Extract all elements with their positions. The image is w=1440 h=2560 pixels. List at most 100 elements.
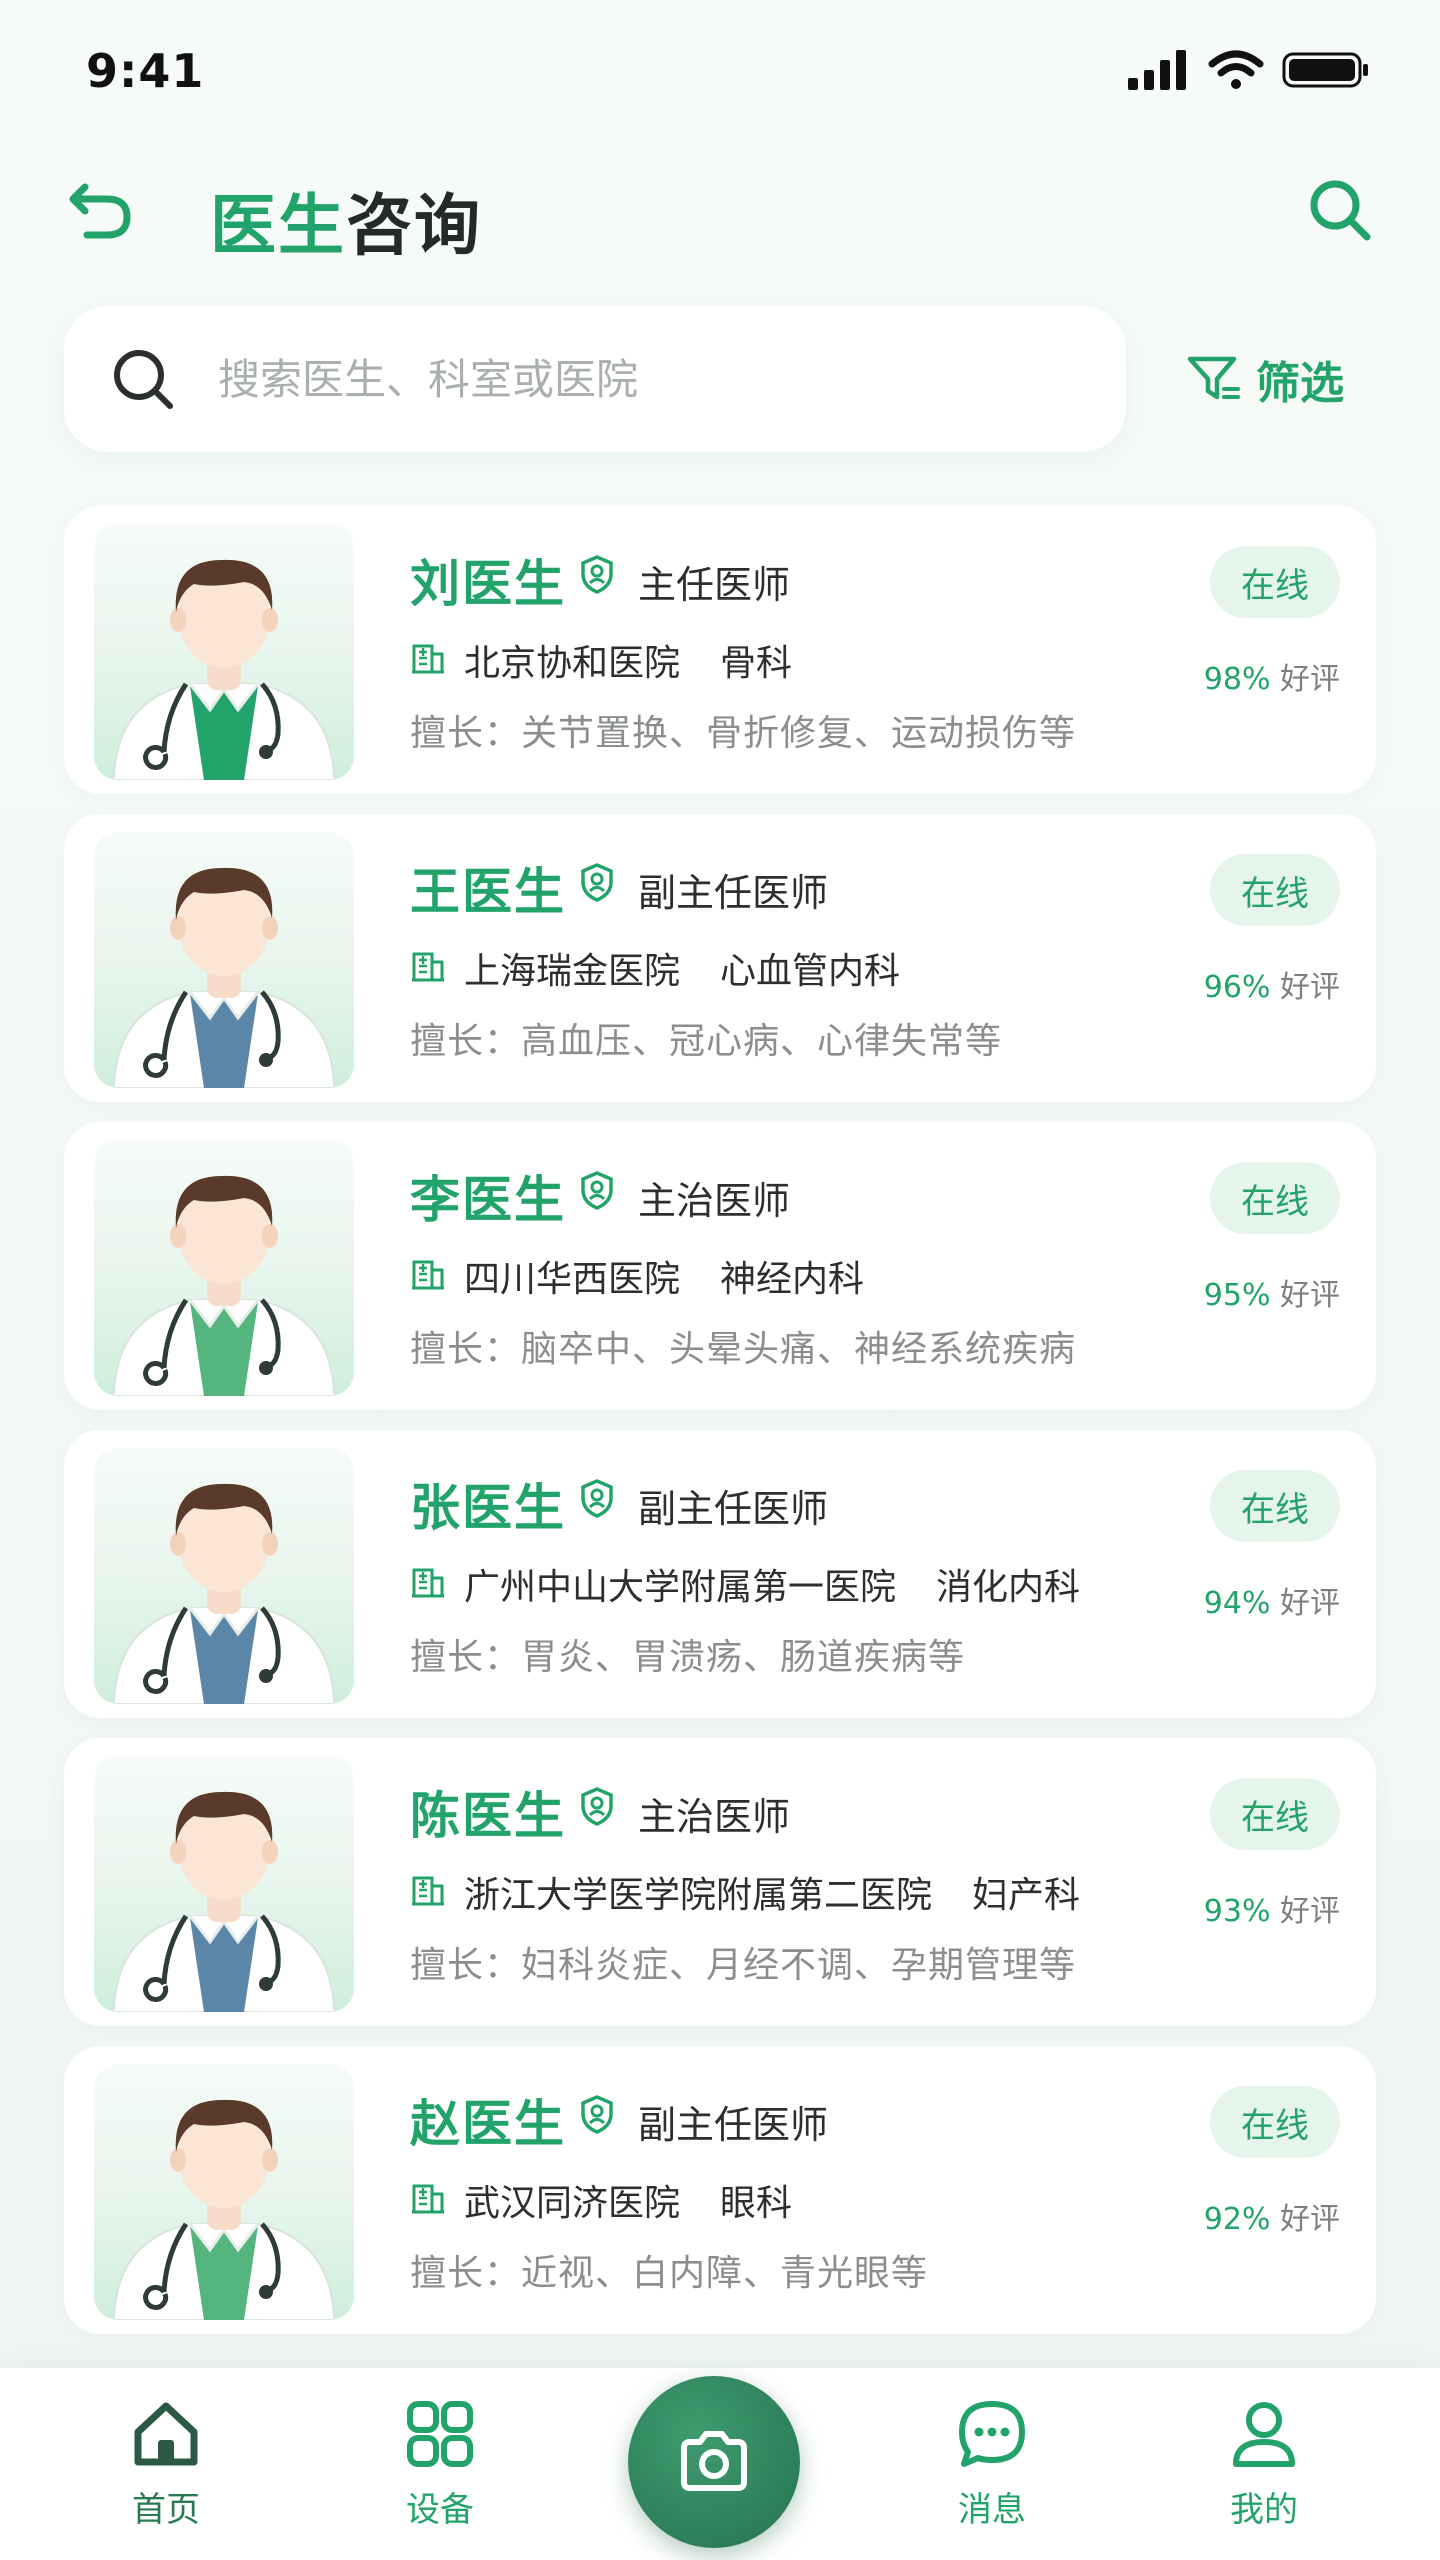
doctor-badge-icon [581, 1479, 613, 1518]
nav-item-profile[interactable]: 我的 [1174, 2398, 1354, 2538]
online-status-badge: 在线 [1210, 1470, 1340, 1542]
rating-percent: 95% [1203, 1278, 1271, 1313]
doctor-specialty: 擅长：妇科炎症、月经不调、孕期管理等 [410, 1945, 1077, 1986]
doctor-badge-icon [581, 1171, 613, 1210]
doctor-hospital: 武汉同济医院 [464, 2183, 681, 2224]
doctor-department: 心血管内科 [720, 951, 901, 992]
doctor-title: 主任医师 [638, 563, 791, 607]
status-bar: 9:41 [0, 0, 1440, 140]
signal-icon [1128, 50, 1186, 90]
doctor-badge-icon [581, 863, 613, 902]
doctor-card[interactable]: 李医生 主治医师 四川华西医院 神经内科 擅长：脑卒中、头晕头痛、神经系统疾病 在… [64, 1122, 1376, 1410]
back-button[interactable] [60, 170, 140, 250]
rating-label: 好评 [1280, 970, 1340, 1005]
hospital-icon [412, 644, 444, 674]
doctor-avatar [94, 1140, 354, 1396]
wifi-icon [1208, 50, 1264, 89]
nav-label-messages: 消息 [958, 2490, 1026, 2530]
rating-percent: 98% [1203, 662, 1271, 697]
page-title-accent: 医生 [210, 187, 346, 264]
home-icon [134, 2402, 198, 2466]
doctor-hospital: 四川华西医院 [464, 1259, 681, 1300]
filter-button[interactable]: 筛选 [1186, 344, 1344, 414]
doctor-hospital-line: 广州中山大学附属第一医院 消化内科 [464, 1558, 1080, 1610]
online-status-badge: 在线 [1210, 854, 1340, 926]
hospital-icon [412, 1260, 444, 1290]
search-bar[interactable] [64, 306, 1126, 452]
doctor-department: 眼科 [720, 2183, 793, 2224]
doctor-rating: 94% 好评 [1204, 1578, 1340, 1622]
nav-label-devices: 设备 [406, 2490, 474, 2530]
nav-label-home: 首页 [132, 2490, 200, 2530]
doctor-badge-icon [581, 1787, 613, 1826]
doctor-card[interactable]: 王医生 副主任医师 上海瑞金医院 心血管内科 擅长：高血压、冠心病、心律失常等 在… [64, 814, 1376, 1102]
doctor-hospital: 北京协和医院 [464, 643, 681, 684]
camera-button[interactable] [628, 2376, 800, 2548]
nav-item-messages[interactable]: 消息 [902, 2398, 1082, 2538]
online-status-badge: 在线 [1210, 546, 1340, 618]
online-status-badge: 在线 [1210, 1162, 1340, 1234]
doctor-name: 刘医生 [410, 555, 566, 613]
doctor-specialty: 擅长：高血压、冠心病、心律失常等 [410, 1021, 1003, 1062]
nav-label-profile: 我的 [1230, 2490, 1298, 2530]
doctor-list: 刘医生 主任医师 北京协和医院 骨科 擅长：关节置换、骨折修复、运动损伤等 在线 … [64, 506, 1376, 2354]
search-icon [1310, 180, 1371, 241]
doctor-specialty: 擅长：近视、白内障、青光眼等 [410, 2253, 929, 2294]
user-icon [1233, 2402, 1295, 2467]
doctor-hospital: 广州中山大学附属第一医院 [464, 1567, 897, 1608]
battery-icon [1282, 52, 1368, 88]
header: 医生咨询 [0, 150, 1440, 270]
doctor-name: 李医生 [410, 1171, 566, 1229]
online-status-badge: 在线 [1210, 2086, 1340, 2158]
doctor-card[interactable]: 陈医生 主治医师 浙江大学医学院附属第二医院 妇产科 擅长：妇科炎症、月经不调、孕… [64, 1738, 1376, 2026]
doctor-avatar [94, 524, 354, 780]
doctor-name: 张医生 [410, 1479, 566, 1537]
doctor-title: 主治医师 [638, 1795, 791, 1839]
doctor-title: 主治医师 [638, 1179, 791, 1223]
rating-label: 好评 [1280, 662, 1340, 697]
header-search-button[interactable] [1300, 170, 1380, 250]
doctor-avatar [94, 1756, 354, 2012]
online-status-badge: 在线 [1210, 1778, 1340, 1850]
hospital-icon [412, 2184, 444, 2214]
doctor-card[interactable]: 张医生 副主任医师 广州中山大学附属第一医院 消化内科 擅长：胃炎、胃溃疡、肠道疾… [64, 1430, 1376, 1718]
doctor-card[interactable]: 赵医生 副主任医师 武汉同济医院 眼科 擅长：近视、白内障、青光眼等 在线 92%… [64, 2046, 1376, 2334]
rating-label: 好评 [1280, 1586, 1340, 1621]
doctor-hospital-line: 北京协和医院 骨科 [464, 634, 792, 686]
doctor-rating: 92% 好评 [1204, 2194, 1340, 2238]
doctor-rating: 98% 好评 [1204, 654, 1340, 698]
doctor-department: 神经内科 [720, 1259, 865, 1300]
hospital-icon [412, 1568, 444, 1598]
filter-label: 筛选 [1256, 358, 1344, 409]
nav-item-devices[interactable]: 设备 [350, 2398, 530, 2538]
rating-percent: 96% [1203, 970, 1271, 1005]
doctor-title: 副主任医师 [638, 1487, 829, 1531]
doctor-rating: 96% 好评 [1204, 962, 1340, 1006]
doctor-title: 副主任医师 [638, 871, 829, 915]
chat-icon [959, 2401, 1025, 2467]
doctor-hospital: 上海瑞金医院 [464, 951, 681, 992]
hospital-icon [412, 1876, 444, 1906]
rating-label: 好评 [1280, 2202, 1340, 2237]
doctor-hospital: 浙江大学医学院附属第二医院 [464, 1875, 933, 1916]
rating-percent: 93% [1203, 1894, 1271, 1929]
doctor-hospital-line: 四川华西医院 神经内科 [464, 1250, 864, 1302]
doctor-department: 骨科 [720, 643, 793, 684]
rating-percent: 92% [1203, 2202, 1271, 2237]
doctor-department: 妇产科 [972, 1875, 1081, 1916]
doctor-avatar [94, 2064, 354, 2320]
doctor-badge-icon [581, 2095, 613, 2134]
back-arrow-icon [69, 183, 131, 239]
filter-icon [1187, 356, 1240, 400]
doctor-card[interactable]: 刘医生 主任医师 北京协和医院 骨科 擅长：关节置换、骨折修复、运动损伤等 在线 … [64, 506, 1376, 794]
doctor-name: 赵医生 [410, 2095, 566, 2153]
search-input[interactable] [218, 354, 1038, 404]
grid-icon [407, 2401, 473, 2467]
doctor-name: 陈医生 [410, 1787, 566, 1845]
rating-label: 好评 [1280, 1894, 1340, 1929]
page-title: 医生咨询 [210, 172, 482, 268]
status-icons [1126, 50, 1370, 90]
doctor-department: 消化内科 [936, 1567, 1081, 1608]
nav-item-home[interactable]: 首页 [76, 2398, 256, 2538]
search-bar-icon [104, 340, 182, 418]
